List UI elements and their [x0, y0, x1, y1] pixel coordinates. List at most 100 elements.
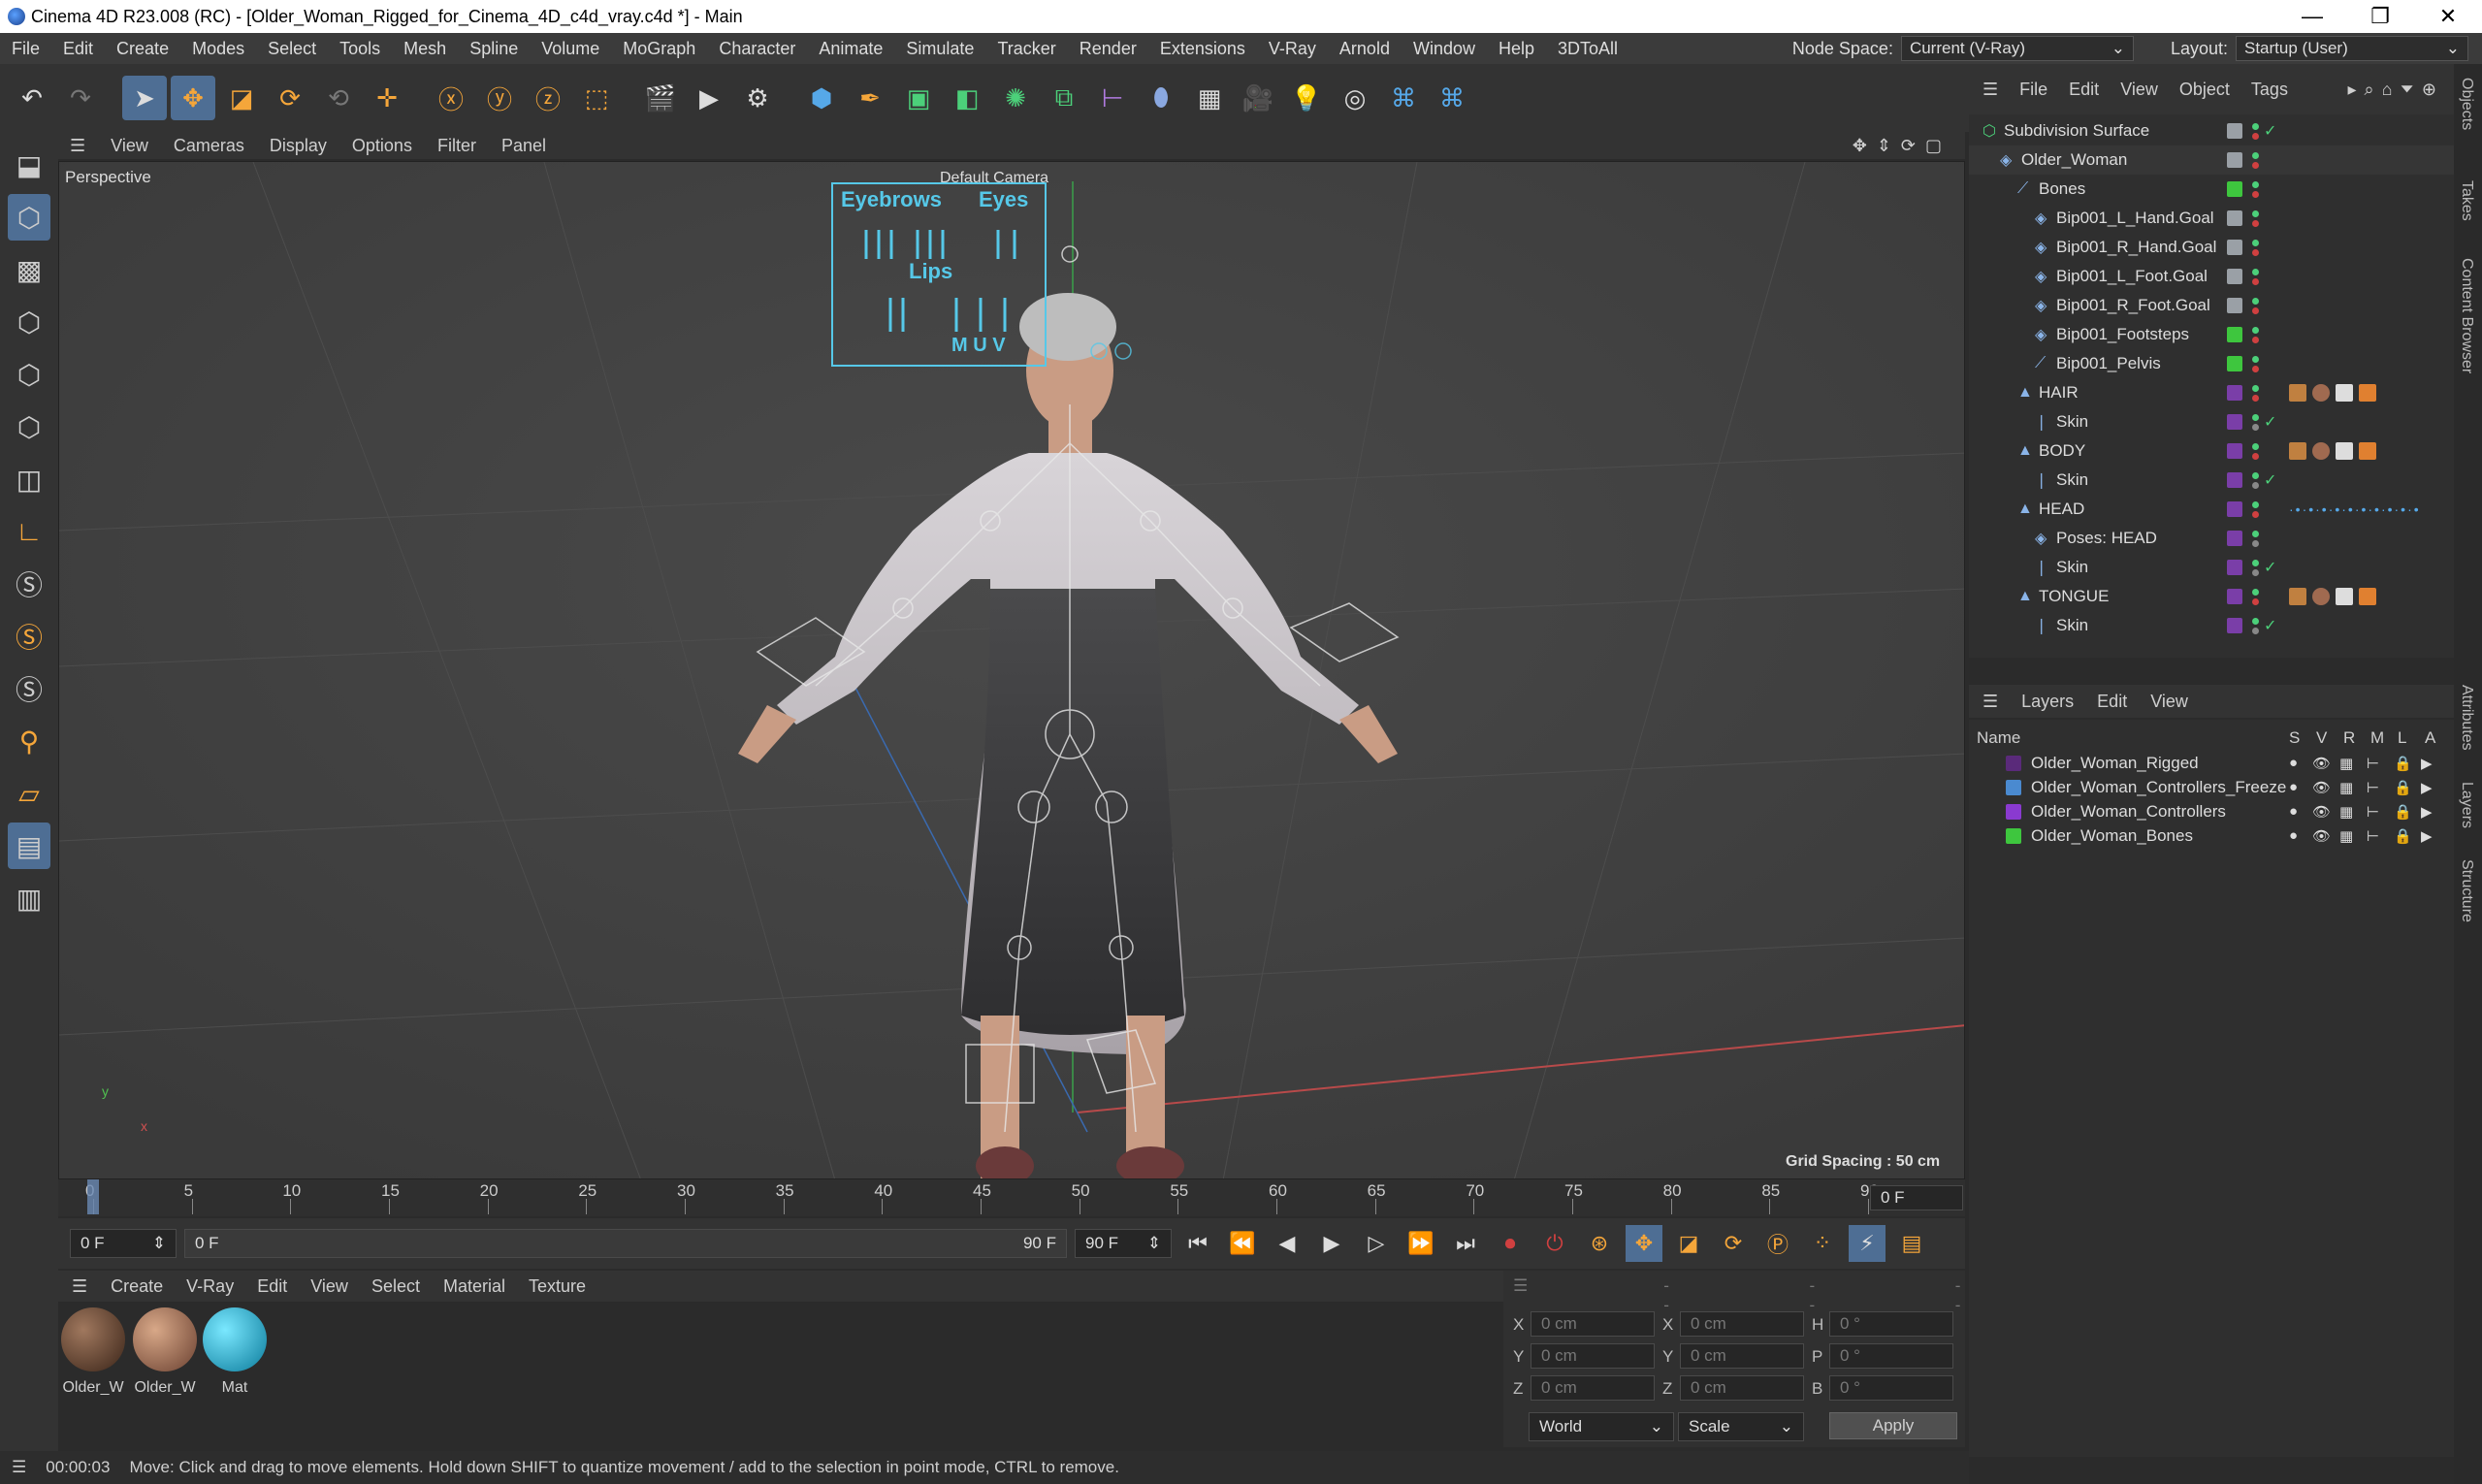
python-script-button[interactable]: ⌘: [1430, 76, 1474, 120]
layer-color-swatch[interactable]: [2227, 298, 2242, 313]
menu-tracker[interactable]: Tracker: [985, 39, 1067, 59]
cube-object-button[interactable]: ⬢: [799, 76, 844, 120]
menu-window[interactable]: Window: [1402, 39, 1487, 59]
render-visibility-dot[interactable]: [2252, 569, 2259, 576]
object-name[interactable]: Bip001_Pelvis: [2056, 354, 2161, 373]
object-name[interactable]: Skin: [2056, 558, 2088, 577]
layer-row[interactable]: Older_Woman_Rigged ● 👁 ▦ ⊢ 🔒 ▶: [1969, 751, 2454, 775]
world-dropdown[interactable]: World ⌄: [1529, 1412, 1674, 1441]
render-visibility-dot[interactable]: [2252, 307, 2259, 314]
enabled-check-icon[interactable]: ✓: [2264, 616, 2276, 635]
viewport-menu-panel[interactable]: Panel: [501, 136, 546, 156]
hamburger-icon[interactable]: ☰: [12, 1458, 26, 1477]
layer-name[interactable]: Older_Woman_Bones: [2031, 826, 2193, 846]
object-manager-tools[interactable]: ▸⌕⌂⏷⊕: [2348, 80, 2454, 100]
object-name[interactable]: Skin: [2056, 470, 2088, 490]
layer-color-swatch[interactable]: [2006, 827, 2021, 844]
editor-visibility-dot[interactable]: [2252, 443, 2259, 450]
go-to-start-button[interactable]: ⏮: [1179, 1225, 1216, 1262]
timeline-ruler[interactable]: 051015202530354045505560657075808590 0 F: [58, 1179, 1965, 1216]
coord-value-field[interactable]: 0 cm: [1680, 1343, 1804, 1369]
lock-icon[interactable]: 🔒: [2394, 779, 2412, 796]
eye-icon[interactable]: 👁: [2312, 827, 2331, 845]
key-position-button[interactable]: ✥: [1626, 1225, 1662, 1262]
apply-button[interactable]: Apply: [1829, 1412, 1957, 1439]
lock-icon[interactable]: 🔒: [2394, 803, 2412, 821]
maximize-button[interactable]: ❐: [2346, 4, 2414, 29]
python-button[interactable]: ⌘: [1381, 76, 1426, 120]
side-tab-layers[interactable]: Layers: [2458, 782, 2475, 828]
object-tree-row[interactable]: ◈ Bip001_L_Foot.Goal: [1969, 262, 2454, 291]
object-name[interactable]: HEAD: [2039, 500, 2084, 519]
object-tags[interactable]: [2289, 442, 2376, 460]
object-tree-row[interactable]: ❘ Skin ✓: [1969, 553, 2454, 582]
viewport-menu-cameras[interactable]: Cameras: [174, 136, 244, 156]
object-name[interactable]: Poses: HEAD: [2056, 529, 2157, 548]
layer-color-swatch[interactable]: [2227, 531, 2242, 546]
previous-key-button[interactable]: ⏪: [1224, 1225, 1261, 1262]
motion-button[interactable]: ⚡: [1849, 1225, 1886, 1262]
object-tree-row[interactable]: ▲ HAIR: [1969, 378, 2454, 407]
layer-color-swatch[interactable]: [2227, 618, 2242, 633]
editor-visibility-dot[interactable]: [2252, 152, 2259, 159]
layer-color-swatch[interactable]: [2227, 385, 2242, 401]
deformer-button[interactable]: ⊢: [1090, 76, 1135, 120]
obj-menu-edit[interactable]: Edit: [2069, 80, 2099, 100]
menu-animate[interactable]: Animate: [807, 39, 894, 59]
axis-mode-button[interactable]: ∟: [8, 508, 50, 555]
render-visibility-dot[interactable]: [2252, 598, 2259, 605]
point-mode-button[interactable]: ⬡: [8, 299, 50, 345]
render-picture-viewer-button[interactable]: ▶: [687, 76, 731, 120]
mat-menu-view[interactable]: View: [310, 1276, 348, 1297]
render-visibility-dot[interactable]: [2252, 249, 2259, 256]
viewport-menu-view[interactable]: View: [111, 136, 148, 156]
editor-visibility-dot[interactable]: [2252, 472, 2259, 479]
object-name[interactable]: Bip001_R_Hand.Goal: [2056, 238, 2216, 257]
editor-visibility-dot[interactable]: [2252, 356, 2259, 363]
viewport-menu-filter[interactable]: Filter: [437, 136, 476, 156]
menu-spline[interactable]: Spline: [458, 39, 530, 59]
object-name[interactable]: Skin: [2056, 616, 2088, 635]
layer-color-swatch[interactable]: [2227, 414, 2242, 430]
pen-spline-button[interactable]: ✒: [848, 76, 892, 120]
animation-icon[interactable]: ▶: [2421, 827, 2433, 845]
object-name[interactable]: Bip001_R_Foot.Goal: [2056, 296, 2210, 315]
scale-dropdown[interactable]: Scale ⌄: [1678, 1412, 1804, 1441]
layer-color-swatch[interactable]: [2227, 327, 2242, 342]
layer-color-swatch[interactable]: [2227, 472, 2242, 488]
obj-menu-tags[interactable]: Tags: [2251, 80, 2288, 100]
animation-icon[interactable]: ▶: [2421, 779, 2433, 796]
frame-range-slider[interactable]: 0 F 90 F: [184, 1229, 1067, 1258]
layer-color-swatch[interactable]: [2227, 560, 2242, 575]
menu-render[interactable]: Render: [1068, 39, 1148, 59]
layer-name[interactable]: Older_Woman_Controllers_Freeze: [2031, 778, 2286, 797]
layer-color-swatch[interactable]: [2227, 443, 2242, 459]
playhead[interactable]: [87, 1179, 99, 1214]
coordinate-system-button[interactable]: ⬚: [574, 76, 619, 120]
layer-name[interactable]: Older_Woman_Rigged: [2031, 754, 2199, 773]
enabled-check-icon[interactable]: ✓: [2264, 121, 2276, 141]
keyframe-selection-button[interactable]: ⊛: [1581, 1225, 1618, 1262]
coord-value-field[interactable]: 0 °: [1829, 1343, 1953, 1369]
vray-tag-icon[interactable]: [2289, 588, 2306, 605]
y-axis-lock-button[interactable]: ⓨ: [477, 76, 522, 120]
key-scale-button[interactable]: ◪: [1670, 1225, 1707, 1262]
editor-visibility-dot[interactable]: [2252, 501, 2259, 508]
render-view-button[interactable]: 🎬: [638, 76, 683, 120]
layer-color-swatch[interactable]: [2227, 181, 2242, 197]
side-tab-content-browser[interactable]: Content Browser: [2458, 258, 2475, 373]
render-visibility-dot[interactable]: [2252, 453, 2259, 460]
lock-icon[interactable]: 🔒: [2394, 827, 2412, 845]
editor-visibility-dot[interactable]: [2252, 531, 2259, 537]
enabled-check-icon[interactable]: ✓: [2264, 470, 2276, 490]
menu-arnold[interactable]: Arnold: [1328, 39, 1402, 59]
side-tab-objects[interactable]: Objects: [2458, 78, 2475, 130]
edge-mode-button[interactable]: ⬡: [8, 351, 50, 398]
key-pla-button[interactable]: ⁘: [1804, 1225, 1841, 1262]
mat-menu-edit[interactable]: Edit: [257, 1276, 287, 1297]
side-tab-takes[interactable]: Takes: [2458, 180, 2475, 221]
editor-visibility-dot[interactable]: [2252, 327, 2259, 334]
current-frame-field[interactable]: 0 F: [1870, 1185, 1963, 1210]
z-axis-lock-button[interactable]: ⓩ: [526, 76, 570, 120]
coord-value-field[interactable]: 0 cm: [1531, 1343, 1655, 1369]
